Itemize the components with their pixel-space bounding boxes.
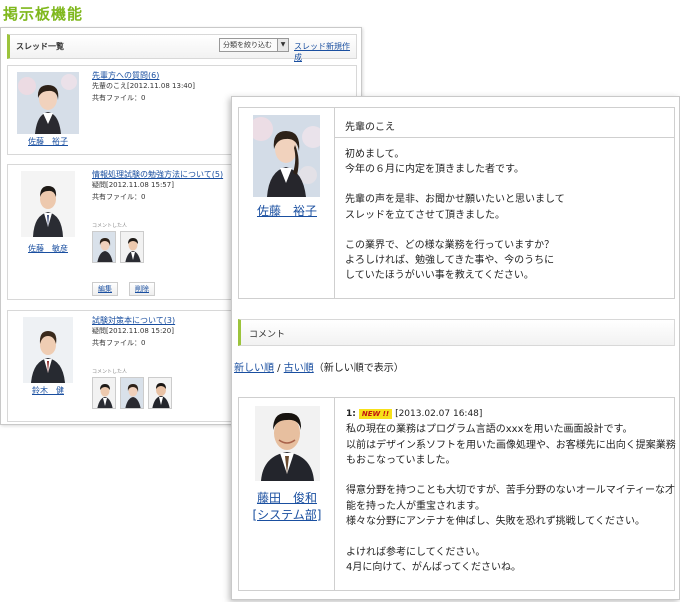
comment-paragraph: 私の現在の業務はプログラム言語のxxxを用いた画面設計です。 以前はデザイン系ソ…: [346, 424, 676, 466]
post-category: 先輩のこえ: [335, 108, 674, 138]
sort-oldest-link[interactable]: 古い順: [284, 363, 314, 374]
commenter-avatar[interactable]: [148, 377, 172, 409]
thread-detail-panel: 佐藤 裕子 先輩のこえ 初めまして。 今年の６月に内定を頂きました者です。 先輩…: [231, 96, 680, 600]
comment-author-dept[interactable]: [システム部]: [239, 507, 335, 524]
commenter-avatar[interactable]: [120, 231, 144, 263]
category-filter-value: 分類を絞り込む: [223, 41, 272, 49]
sort-separator: /: [274, 363, 284, 374]
commenter-avatar[interactable]: [92, 231, 116, 263]
avatar: [17, 72, 79, 134]
thread-files: 共有ファイル：0: [92, 339, 146, 347]
new-badge: NEW !!: [358, 409, 393, 419]
edit-button[interactable]: 編集: [92, 282, 118, 296]
thread-meta: 疑問[2012.11.08 15:57]: [92, 181, 174, 189]
thread-meta: 先輩のこえ[2012.11.08 13:40]: [92, 82, 195, 90]
thread-list-header: スレッド一覧 分類を絞り込む ▼ スレッド新規作成: [7, 34, 357, 62]
comment-paragraph: 得意分野を持つことも大切ですが、苦手分野のないオールマイティーな才 能を持った人…: [346, 485, 675, 528]
post-paragraph: 先輩の声を是非、お聞かせ願いたいと思いまして スレッドを立てさせて頂きました。: [345, 194, 565, 221]
comment-paragraph: よければ参考にしてください。 4月に向けて、がんばってくださいね。: [346, 546, 522, 573]
sort-newest-link[interactable]: 新しい順: [234, 363, 274, 374]
comment-author-link[interactable]: 藤田 俊和 [システム部]: [239, 490, 335, 524]
comment-section-header: コメント: [238, 319, 675, 346]
comment-author-column: 藤田 俊和 [システム部]: [239, 398, 335, 590]
comment-timestamp: [2013.02.07 16:48]: [395, 409, 483, 419]
category-filter-select[interactable]: 分類を絞り込む ▼: [219, 38, 289, 52]
original-post: 佐藤 裕子 先輩のこえ 初めまして。 今年の６月に内定を頂きました者です。 先輩…: [238, 107, 675, 299]
thread-author-link[interactable]: 鈴木 健: [8, 385, 88, 396]
comment-item: 藤田 俊和 [システム部] 1: NEW !! [2013.02.07 16:48]…: [238, 397, 676, 591]
commenters-label: コメントした人: [92, 223, 128, 229]
avatar: [255, 406, 320, 481]
post-body: 初めまして。 今年の６月に内定を頂きました者です。 先輩の声を是非、お聞かせ願い…: [335, 138, 674, 283]
post-author-column: 佐藤 裕子: [239, 108, 335, 298]
thread-author-link[interactable]: 佐藤 敏彦: [8, 243, 88, 254]
chevron-down-icon: ▼: [277, 39, 288, 51]
comment-author-name[interactable]: 藤田 俊和: [239, 490, 335, 507]
thread-list-title: スレッド一覧: [16, 42, 64, 51]
new-thread-link[interactable]: スレッド新規作成: [294, 41, 356, 63]
commenter-avatar[interactable]: [120, 377, 144, 409]
thread-title-link[interactable]: 情報処理試験の勉強方法について(5): [92, 169, 223, 180]
post-paragraph: この業界で、どの様な業務を行っていますか？ よろしければ、勉強してきた事や、今の…: [345, 239, 555, 282]
post-content: 先輩のこえ 初めまして。 今年の６月に内定を頂きました者です。 先輩の声を是非、…: [335, 108, 674, 298]
page-title: 掲示板機能: [3, 5, 84, 23]
sort-note: （新しい順で表示）: [313, 363, 404, 374]
thread-files: 共有ファイル：0: [92, 193, 146, 201]
avatar: [253, 115, 320, 197]
thread-files: 共有ファイル：0: [92, 94, 146, 102]
comment-section-title: コメント: [249, 330, 286, 340]
post-paragraph: 初めまして。 今年の６月に内定を頂きました者です。: [345, 149, 524, 176]
commenters-label: コメントした人: [92, 369, 128, 375]
post-author-link[interactable]: 佐藤 裕子: [239, 202, 335, 219]
comment-header-line: 1: NEW !! [2013.02.07 16:48]: [346, 407, 676, 422]
comment-number: 1:: [346, 409, 356, 419]
comment-sort-controls: 新しい順 / 古い順（新しい順で表示）: [234, 359, 404, 374]
comment-content: 1: NEW !! [2013.02.07 16:48] 私の現在の業務はプログラム…: [346, 407, 676, 591]
thread-author-link[interactable]: 佐藤 裕子: [8, 136, 88, 147]
delete-button[interactable]: 削除: [129, 282, 155, 296]
thread-meta: 疑問[2012.11.08 15:20]: [92, 327, 174, 335]
avatar: [23, 317, 73, 383]
avatar: [21, 171, 75, 237]
thread-title-link[interactable]: 先輩方への質問(6): [92, 70, 159, 81]
thread-title-link[interactable]: 試験対策本について(3): [92, 315, 175, 326]
commenter-avatar[interactable]: [92, 377, 116, 409]
